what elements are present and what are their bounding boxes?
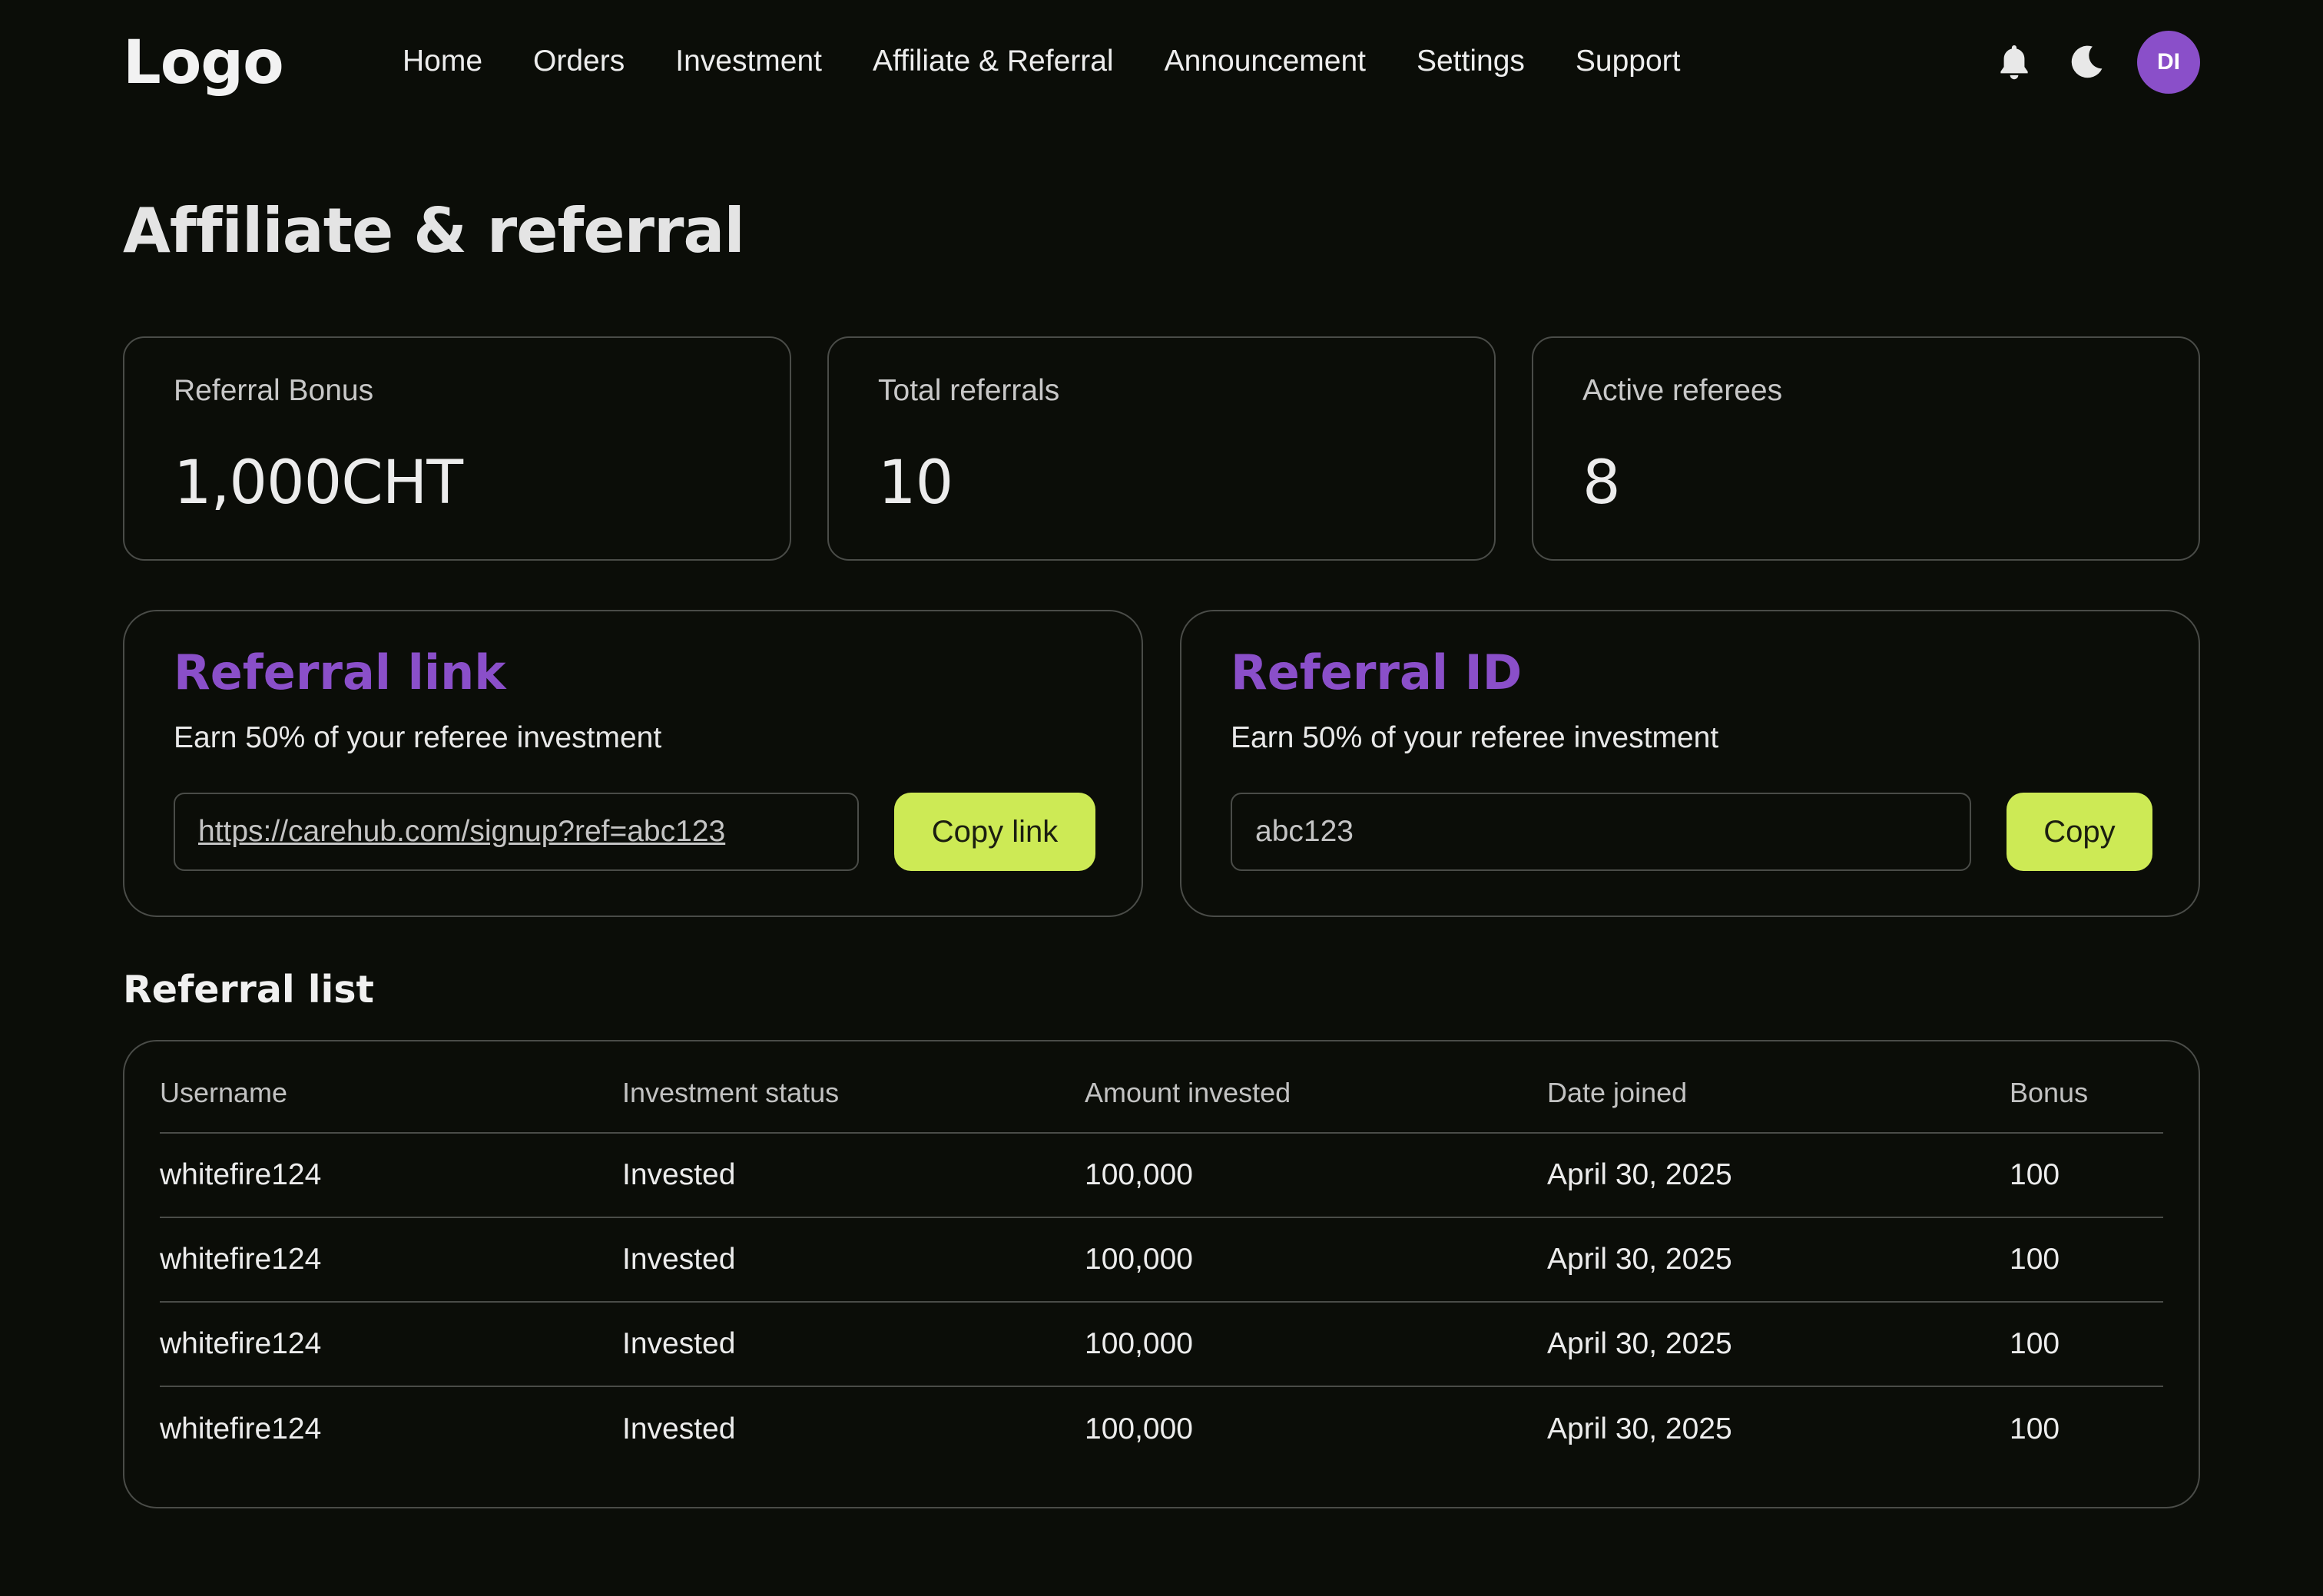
cell-bonus: 100 [2010,1158,2060,1191]
referral-link-field[interactable]: https://carehub.com/signup?ref=abc123 [174,793,859,871]
bell-icon[interactable] [1993,41,2036,84]
affiliate-referral-page: Logo Home Orders Investment Affiliate & … [0,0,2323,1596]
moon-icon[interactable] [2065,41,2108,84]
cell-amount-invested: 100,000 [1085,1327,1193,1360]
cell-username: whitefire124 [160,1412,322,1445]
copy-link-button[interactable]: Copy link [894,793,1095,871]
nav-item-support[interactable]: Support [1576,40,1681,83]
cell-date-joined: April 30, 2025 [1547,1327,1732,1360]
cell-investment-status: Invested [622,1327,736,1360]
table-header-row: Username Investment status Amount invest… [160,1041,2163,1134]
referral-id-card: Referral ID Earn 50% of your referee inv… [1180,610,2200,917]
copy-id-button[interactable]: Copy [2007,793,2152,871]
avatar[interactable]: DI [2137,31,2200,94]
referral-table: Username Investment status Amount invest… [160,1041,2163,1472]
table-row: whitefire124 Invested 100,000 April 30, … [160,1134,2163,1218]
main-nav: Home Orders Investment Affiliate & Refer… [403,40,1681,83]
column-header-investment-status: Investment status [622,1077,840,1108]
cell-amount-invested: 100,000 [1085,1158,1193,1191]
referral-table-card: Username Investment status Amount invest… [123,1040,2200,1508]
cell-bonus: 100 [2010,1412,2060,1445]
referral-cards-row: Referral link Earn 50% of your referee i… [123,610,2200,917]
cell-amount-invested: 100,000 [1085,1243,1193,1276]
stats-row: Referral Bonus 1,000CHT Total referrals … [123,336,2200,561]
cell-investment-status: Invested [622,1158,736,1191]
stat-label: Referral Bonus [174,374,374,407]
column-header-date-joined: Date joined [1547,1077,1688,1108]
cell-bonus: 100 [2010,1327,2060,1360]
cell-investment-status: Invested [622,1412,736,1445]
table-row: whitefire124 Invested 100,000 April 30, … [160,1303,2163,1387]
stat-value: 8 [1582,449,1621,518]
cell-bonus: 100 [2010,1243,2060,1276]
stat-label: Active referees [1582,374,1783,407]
header-actions: DI [1993,31,2200,94]
nav-item-investment[interactable]: Investment [675,40,822,83]
stat-label: Total referrals [878,374,1060,407]
table-row: whitefire124 Invested 100,000 April 30, … [160,1387,2163,1472]
cell-username: whitefire124 [160,1243,322,1276]
cell-investment-status: Invested [622,1243,736,1276]
nav-item-home[interactable]: Home [403,40,482,83]
cell-username: whitefire124 [160,1327,322,1360]
referral-id-description: Earn 50% of your referee investment [1231,721,1719,754]
logo[interactable]: Logo [123,26,284,100]
referral-link-description: Earn 50% of your referee investment [174,721,662,754]
nav-item-announcement[interactable]: Announcement [1165,40,1366,83]
cell-date-joined: April 30, 2025 [1547,1243,1732,1276]
column-header-bonus: Bonus [2010,1077,2089,1108]
nav-item-orders[interactable]: Orders [533,40,625,83]
top-navigation: Logo Home Orders Investment Affiliate & … [0,0,2323,126]
stat-card-referral-bonus: Referral Bonus 1,000CHT [123,336,791,561]
stat-value: 10 [878,449,953,518]
referral-id-field[interactable]: abc123 [1231,793,1971,871]
cell-date-joined: April 30, 2025 [1547,1158,1732,1191]
cell-date-joined: April 30, 2025 [1547,1412,1732,1445]
column-header-username: Username [160,1077,288,1108]
referral-link-card: Referral link Earn 50% of your referee i… [123,610,1143,917]
page-title: Affiliate & referral [123,195,745,267]
nav-item-affiliate-referral[interactable]: Affiliate & Referral [873,40,1114,83]
stat-card-total-referrals: Total referrals 10 [827,336,1496,561]
cell-username: whitefire124 [160,1158,322,1191]
column-header-amount-invested: Amount invested [1085,1077,1291,1108]
nav-item-settings[interactable]: Settings [1417,40,1525,83]
referral-id-title: Referral ID [1231,644,1523,700]
referral-list-title: Referral list [123,968,374,1012]
stat-value: 1,000CHT [174,449,463,518]
cell-amount-invested: 100,000 [1085,1412,1193,1445]
table-row: whitefire124 Invested 100,000 April 30, … [160,1218,2163,1303]
stat-card-active-referees: Active referees 8 [1532,336,2200,561]
referral-link-title: Referral link [174,644,506,700]
